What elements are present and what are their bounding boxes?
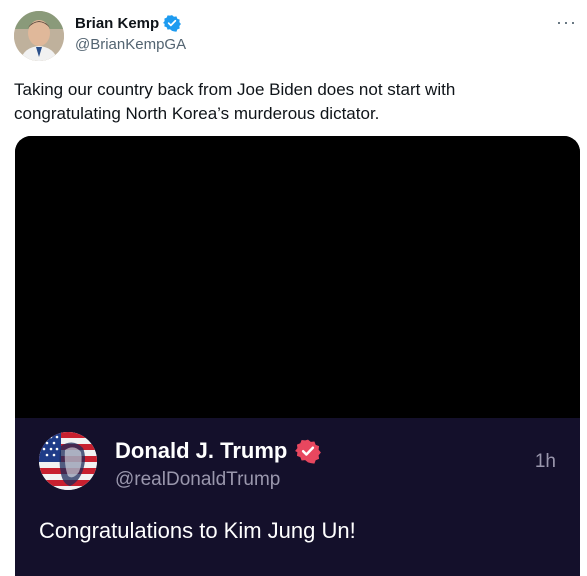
quoted-post-card: Donald J. Trump @realDonaldTrump 1h Cong… xyxy=(15,418,580,576)
video-frame[interactable] xyxy=(15,136,580,418)
embedded-video[interactable]: Donald J. Trump @realDonaldTrump 1h Cong… xyxy=(15,136,580,576)
author-avatar[interactable] xyxy=(14,11,64,61)
quoted-post-time: 1h xyxy=(534,451,556,472)
quoted-post-text: Congratulations to Kim Jung Un! xyxy=(39,518,356,543)
author-name[interactable]: Brian Kemp xyxy=(75,15,159,32)
verified-badge-icon xyxy=(295,439,322,464)
author-avatar-image xyxy=(14,11,64,61)
quoted-author-handle: @realDonaldTrump xyxy=(115,469,281,490)
quoted-author-name: Donald J. Trump xyxy=(115,438,288,463)
more-options-button[interactable]: ··· xyxy=(556,12,577,33)
tweet-text: Taking our country back from Joe Biden d… xyxy=(14,80,456,123)
quoted-author-avatar xyxy=(39,432,97,490)
verified-badge-icon xyxy=(163,15,182,32)
author-handle[interactable]: @BrianKempGA xyxy=(75,36,186,53)
flag-portrait-icon xyxy=(39,432,97,490)
